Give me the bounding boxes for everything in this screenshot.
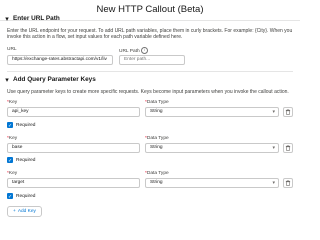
key-label: *Key (7, 136, 18, 141)
url-section-description: Enter the URL endpoint for your request.… (7, 28, 293, 41)
delete-key-button[interactable] (283, 178, 293, 188)
required-checkbox[interactable]: ✓ Required (7, 122, 36, 129)
data-type-select[interactable]: String ▾ (145, 178, 279, 188)
add-key-label: Add Key (17, 209, 36, 214)
data-type-value: String (150, 145, 163, 150)
data-type-select[interactable]: String ▾ (145, 107, 279, 117)
data-type-label: *Data Type (145, 136, 169, 141)
url-path-label: URL Path (119, 48, 140, 54)
checkmark-icon: ✓ (7, 193, 13, 200)
trash-icon (285, 180, 291, 186)
plus-icon: + (13, 209, 16, 214)
url-path-label-wrap: URL Path i (119, 47, 148, 55)
query-section-description: Use query parameter keys to create more … (7, 89, 289, 95)
key-input[interactable]: target (7, 178, 140, 188)
data-type-label: *Data Type (145, 100, 169, 105)
required-label: Required (16, 157, 36, 163)
chevron-down-icon: ▾ (272, 180, 275, 186)
key-input[interactable]: api_key (7, 107, 140, 117)
section-divider (7, 71, 293, 72)
chevron-down-icon: ▾ (5, 15, 9, 23)
info-icon[interactable]: i (140, 47, 148, 54)
required-checkbox[interactable]: ✓ Required (7, 193, 36, 200)
key-input[interactable]: base (7, 143, 140, 153)
url-section-header[interactable]: ▾ Enter URL Path (0, 13, 300, 24)
required-checkbox[interactable]: ✓ Required (7, 157, 36, 164)
chevron-down-icon: ▾ (272, 109, 275, 115)
key-label: *Key (7, 171, 18, 176)
url-label: URL (7, 47, 17, 52)
trash-icon (285, 145, 291, 151)
data-type-value: String (150, 180, 163, 185)
chevron-down-icon: ▾ (5, 76, 9, 84)
required-label: Required (16, 193, 36, 199)
delete-key-button[interactable] (283, 107, 293, 117)
chevron-down-icon: ▾ (272, 145, 275, 151)
data-type-select[interactable]: String ▾ (145, 143, 279, 153)
checkmark-icon: ✓ (7, 122, 13, 129)
add-key-button[interactable]: + Add Key (7, 206, 42, 217)
url-path-input[interactable]: Enter path... (119, 55, 185, 65)
required-label: Required (16, 122, 36, 128)
url-input[interactable]: https://exchange-rates.abstractapi.com/v… (7, 55, 113, 65)
trash-icon (285, 109, 291, 115)
data-type-label: *Data Type (145, 171, 169, 176)
key-label: *Key (7, 100, 18, 105)
data-type-value: String (150, 109, 163, 114)
delete-key-button[interactable] (283, 143, 293, 153)
query-section-header[interactable]: ▾ Add Query Parameter Keys (0, 74, 300, 85)
url-section-title: Enter URL Path (13, 15, 60, 22)
checkmark-icon: ✓ (7, 157, 13, 164)
query-section-title: Add Query Parameter Keys (13, 76, 96, 83)
